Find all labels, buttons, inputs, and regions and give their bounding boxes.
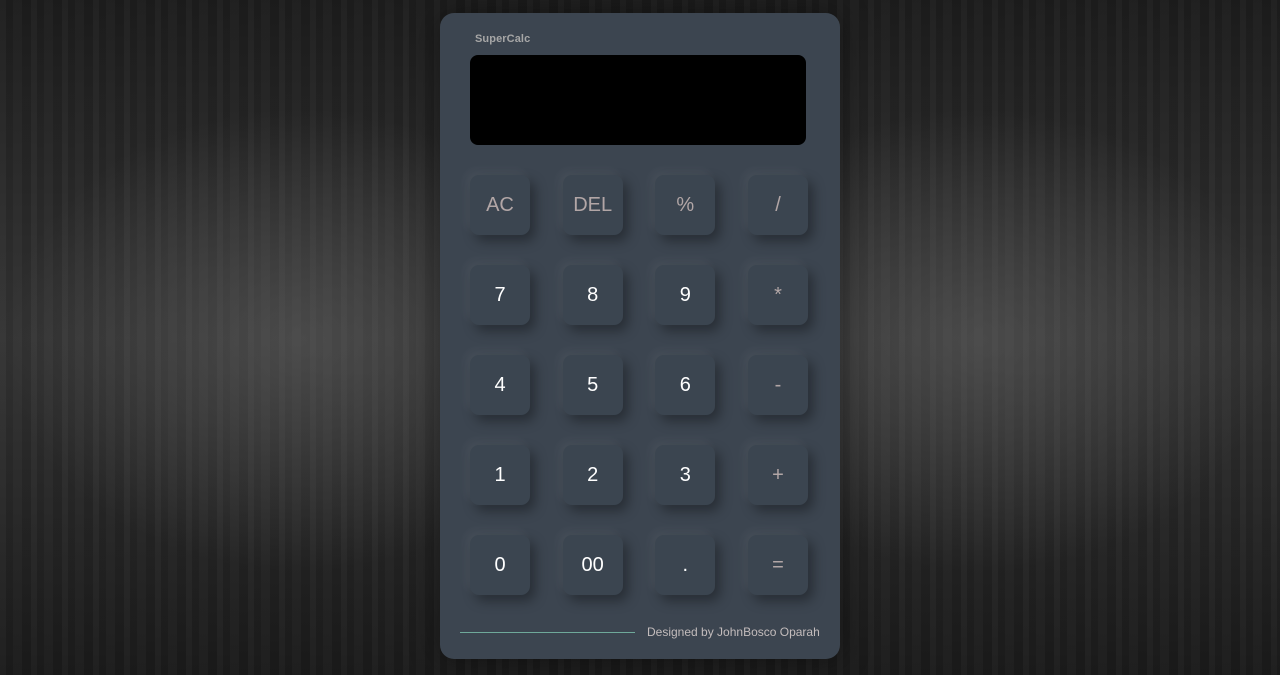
footer-divider [460,632,635,633]
digit-9-button[interactable]: 9 [655,265,716,325]
digit-0-button[interactable]: 0 [470,535,530,595]
calculator: SuperCalc AC DEL % / 7 8 9 * 4 5 6 - 1 2… [440,13,840,659]
digit-6-button[interactable]: 6 [655,355,716,415]
digit-2-button[interactable]: 2 [562,445,623,505]
digit-7-button[interactable]: 7 [470,265,530,325]
digit-5-button[interactable]: 5 [562,355,623,415]
digit-3-button[interactable]: 3 [655,445,716,505]
digit-1-button[interactable]: 1 [470,445,530,505]
keypad: AC DEL % / 7 8 9 * 4 5 6 - 1 2 3 + 0 00 … [470,175,808,595]
brand-label: SuperCalc [475,33,531,45]
equals-button[interactable]: = [747,535,808,595]
multiply-button[interactable]: * [747,265,808,325]
subtract-button[interactable]: - [747,355,808,415]
delete-button[interactable]: DEL [562,175,623,235]
divide-button[interactable]: / [747,175,808,235]
decimal-point-button[interactable]: . [655,535,716,595]
add-button[interactable]: + [747,445,808,505]
all-clear-button[interactable]: AC [470,175,530,235]
digit-8-button[interactable]: 8 [562,265,623,325]
designer-credit: Designed by JohnBosco Oparah [647,625,820,639]
digit-4-button[interactable]: 4 [470,355,530,415]
percent-button[interactable]: % [655,175,716,235]
calculator-display [470,55,806,145]
double-zero-button[interactable]: 00 [562,535,623,595]
